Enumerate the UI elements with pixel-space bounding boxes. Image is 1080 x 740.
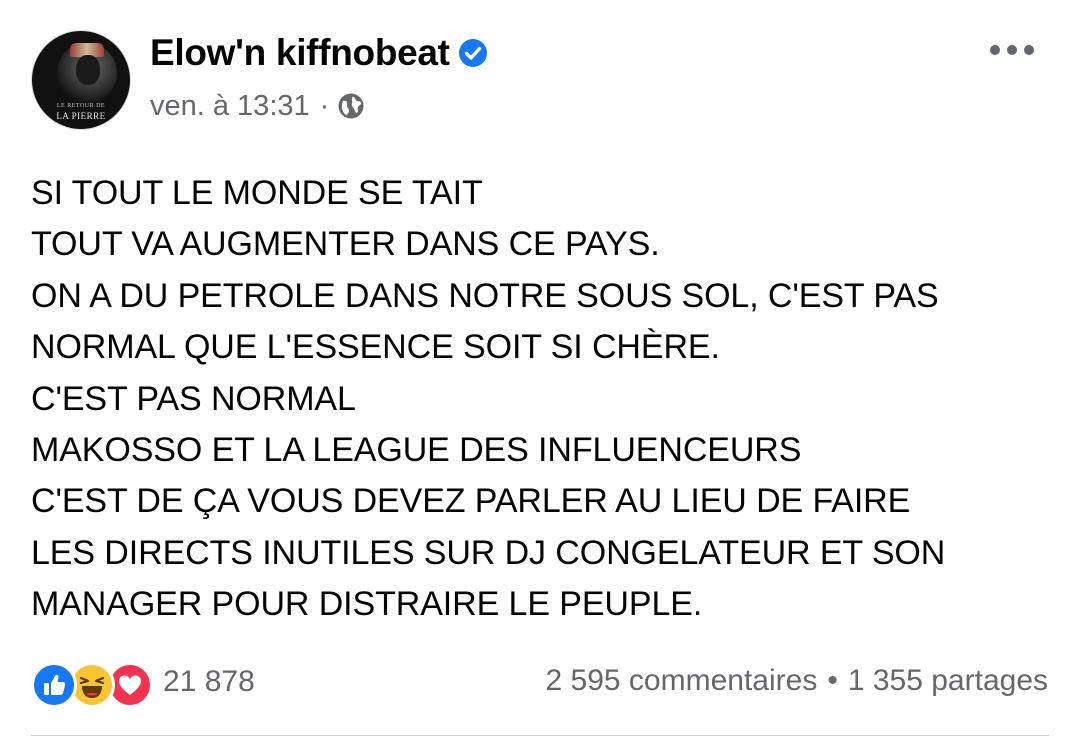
meta-separator: · xyxy=(319,89,330,122)
stats-separator: • xyxy=(827,664,838,697)
divider xyxy=(31,735,1049,736)
post-text-line: C'EST PAS NORMAL xyxy=(31,379,356,418)
like-icon xyxy=(31,662,77,708)
avatar-caption: LA PIERRE xyxy=(56,111,106,121)
post-text-line: MANAGER POUR DISTRAIRE LE PEUPLE. xyxy=(31,585,703,624)
reactions-summary[interactable]: 21 878 xyxy=(31,660,255,708)
verified-badge-icon xyxy=(458,38,488,68)
avatar[interactable]: LE RETOUR DE LA PIERRE xyxy=(31,30,131,130)
more-dot xyxy=(1024,45,1034,55)
avatar-figure xyxy=(76,55,100,85)
post-stats: 2 595 commentaires • 1 355 partages xyxy=(546,664,1048,698)
post-text-line: SI TOUT LE MONDE SE TAIT xyxy=(31,174,483,212)
post-meta: ven. à 13:31 · xyxy=(150,86,365,126)
post-text-line: C'EST DE ÇA VOUS DEVEZ PARLER AU LIEU DE… xyxy=(31,482,911,521)
more-dot xyxy=(990,45,1000,55)
more-options-icon[interactable] xyxy=(990,40,1034,60)
author-name[interactable]: Elow'n kiffnobeat xyxy=(150,32,450,74)
reaction-icons xyxy=(31,660,153,708)
more-dot xyxy=(1007,45,1017,55)
author-row: Elow'n kiffnobeat xyxy=(150,30,488,76)
post-text-line: ON A DU PETROLE DANS NOTRE SOUS SOL, C'E… xyxy=(31,276,939,315)
post-text: SI TOUT LE MONDE SE TAIT TOUT VA AUGMENTE… xyxy=(31,168,1061,631)
avatar-caption-small: LE RETOUR DE xyxy=(56,103,106,109)
post-text-line: TOUT VA AUGMENTER DANS CE PAYS. xyxy=(31,225,660,264)
facebook-post: LE RETOUR DE LA PIERRE Elow'n kiffnobeat… xyxy=(0,0,1080,740)
post-timestamp[interactable]: ven. à 13:31 xyxy=(150,90,310,123)
comments-count[interactable]: 2 595 commentaires xyxy=(546,664,818,698)
reaction-count[interactable]: 21 878 xyxy=(163,665,255,699)
post-text-line: LES DIRECTS INUTILES SUR DJ CONGELATEUR … xyxy=(31,533,946,572)
globe-icon[interactable] xyxy=(337,92,365,120)
shares-count[interactable]: 1 355 partages xyxy=(848,664,1048,698)
post-text-line: MAKOSSO ET LA LEAGUE DES INFLUENCEURS xyxy=(31,431,802,470)
post-text-line: NORMAL QUE L'ESSENCE SOIT SI CHÈRE. xyxy=(31,328,720,367)
